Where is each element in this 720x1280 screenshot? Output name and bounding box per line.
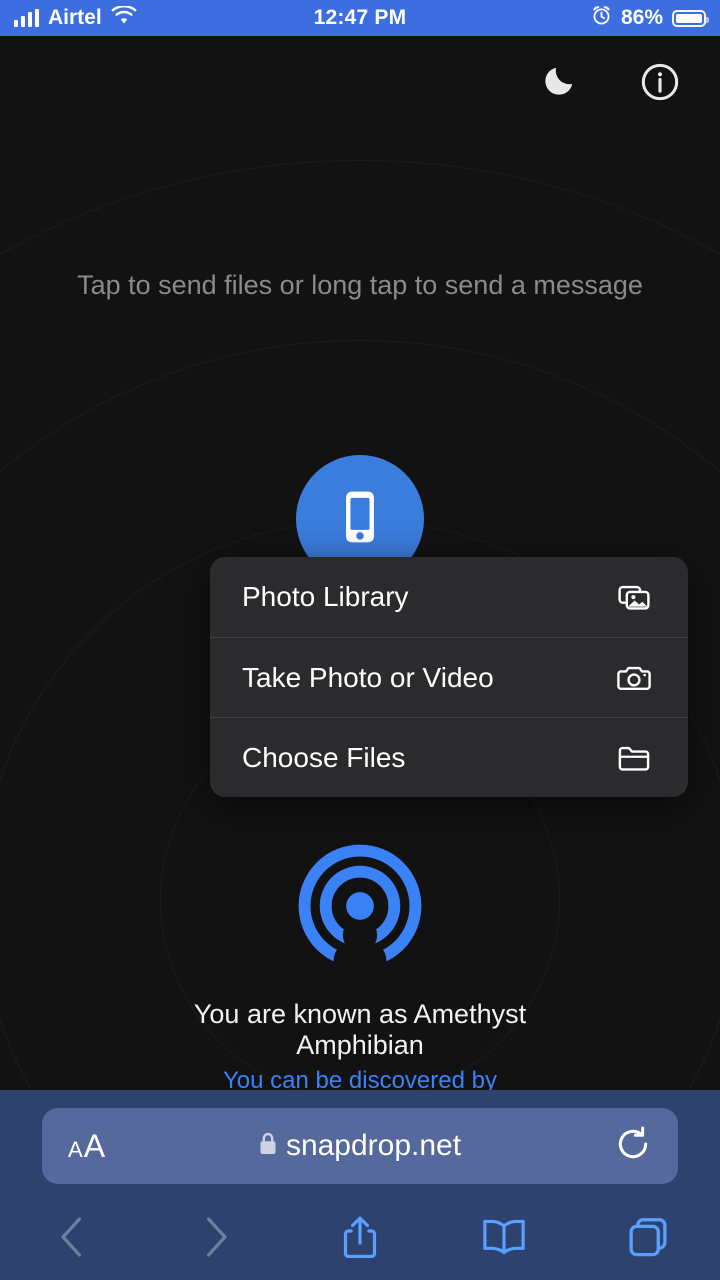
battery-icon: [672, 9, 709, 27]
folder-icon: [612, 736, 656, 780]
signal-bars-icon: [14, 9, 39, 27]
bookmarks-button[interactable]: [432, 1206, 576, 1272]
alarm-clock-icon: [591, 5, 612, 31]
file-source-action-sheet: Photo Library Take Photo or Video Choose…: [210, 557, 688, 797]
reload-button[interactable]: [614, 1125, 652, 1168]
status-bar-left: Airtel: [14, 5, 137, 30]
about-button[interactable]: [638, 62, 682, 106]
share-icon: [339, 1214, 381, 1265]
action-sheet-item-photo-library[interactable]: Photo Library: [210, 557, 688, 637]
lock-icon: [258, 1131, 278, 1161]
url-display[interactable]: snapdrop.net: [105, 1129, 614, 1163]
instructions-text: Tap to send files or long tap to send a …: [77, 270, 643, 300]
wifi-icon: [111, 5, 137, 30]
moon-icon: [539, 63, 577, 106]
address-bar[interactable]: A A snapdrop.net: [42, 1108, 678, 1184]
action-sheet-item-label: Photo Library: [242, 581, 409, 612]
action-sheet-item-label: Choose Files: [242, 741, 406, 773]
safari-toolbar: [0, 1206, 720, 1272]
snapdrop-radar-logo-icon: [294, 840, 426, 977]
text-size-large-a: A: [83, 1127, 106, 1164]
page-header: [536, 62, 682, 106]
chevron-left-icon: [55, 1216, 89, 1263]
share-button[interactable]: [288, 1206, 432, 1272]
forward-button[interactable]: [144, 1206, 288, 1272]
text-size-button[interactable]: A A: [68, 1128, 105, 1165]
battery-percent-label: 86%: [620, 6, 663, 29]
info-circle-icon: [640, 62, 680, 107]
action-sheet-item-label: Take Photo or Video: [242, 661, 494, 693]
tabs-button[interactable]: [576, 1206, 720, 1272]
carrier-label: Airtel: [48, 6, 102, 29]
camera-icon: [612, 656, 656, 700]
text-size-small-a: A: [68, 1136, 83, 1162]
chevron-right-icon: [199, 1216, 233, 1263]
back-button[interactable]: [0, 1206, 144, 1272]
snapdrop-page: Airtel 12:47 PM 86% Tap to send files or…: [0, 0, 720, 1280]
photo-library-icon: [612, 575, 656, 619]
tabs-icon: [626, 1215, 670, 1264]
action-sheet-item-choose-files[interactable]: Choose Files: [210, 717, 688, 797]
action-sheet-item-take-photo-or-video[interactable]: Take Photo or Video: [210, 637, 688, 717]
url-text: snapdrop.net: [285, 1129, 462, 1162]
brand-section: You are known as Amethyst Amphibian You …: [180, 840, 540, 1123]
status-bar-right: 86%: [591, 5, 709, 31]
smartphone-icon: [329, 486, 391, 553]
theme-toggle-button[interactable]: [536, 62, 580, 106]
safari-browser-chrome: A A snapdrop.net: [0, 1090, 720, 1280]
ios-status-bar: Airtel 12:47 PM 86%: [0, 0, 720, 36]
book-icon: [481, 1216, 527, 1263]
display-name-label: You are known as Amethyst Amphibian: [193, 999, 527, 1060]
